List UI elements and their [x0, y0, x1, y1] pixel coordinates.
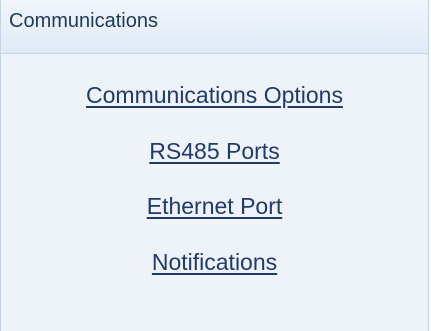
panel-title: Communications — [9, 10, 158, 32]
communications-panel: Communications Communications Options RS… — [0, 0, 429, 331]
communications-options-link[interactable]: Communications Options — [86, 81, 343, 109]
ethernet-port-link[interactable]: Ethernet Port — [147, 192, 283, 220]
panel-header: Communications — [1, 0, 428, 54]
link-list: Communications Options RS485 Ports Ether… — [1, 54, 428, 276]
notifications-link[interactable]: Notifications — [152, 248, 277, 276]
rs485-ports-link[interactable]: RS485 Ports — [149, 137, 279, 165]
